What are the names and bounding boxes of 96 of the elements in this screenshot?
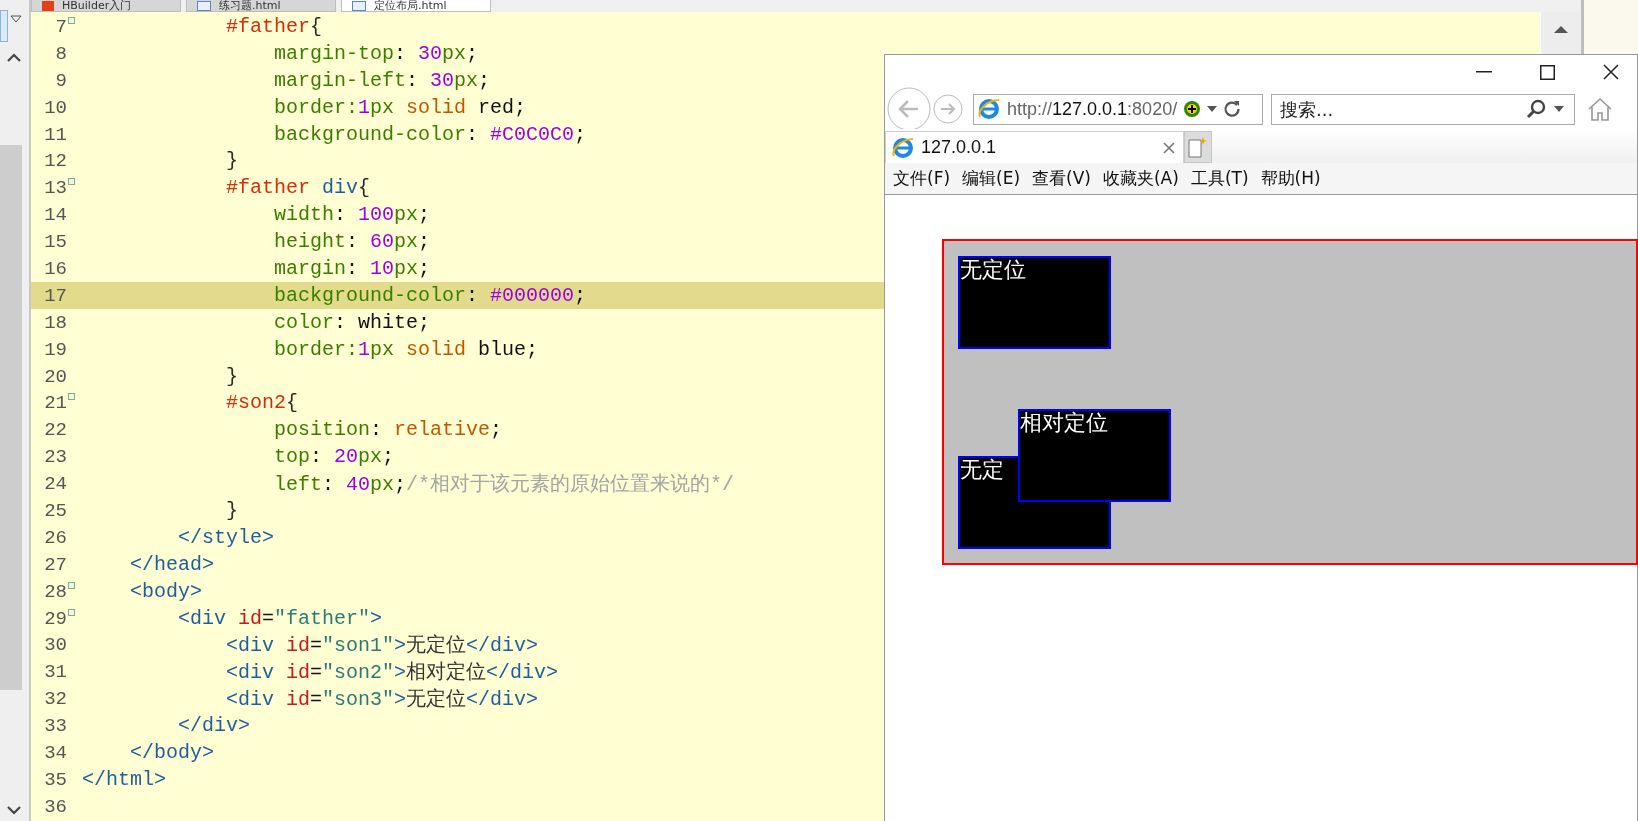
line-number: 36 [44,795,67,818]
maximize-icon[interactable] [1540,64,1555,80]
code-line: color: white; [274,310,431,334]
code-line: #father div{ [226,176,371,200]
menu-item[interactable]: 工具(T) [1186,165,1253,192]
line-number: 20 [44,365,67,388]
scrollbar-thumb[interactable] [0,145,22,690]
line-number: 12 [44,150,67,173]
close-icon[interactable] [1603,64,1619,80]
text-block: 相对定位 [1018,409,1171,502]
editor-tab[interactable]: 定位布局.html [341,0,491,12]
line-number: 25 [44,499,67,522]
code-line: margin-top: 30px; [274,41,479,65]
dropdown-icon[interactable] [10,15,22,23]
file-icon [352,0,366,11]
browser-tab[interactable]: 127.0.0.1 [885,131,1184,163]
search-icon[interactable] [1526,99,1546,119]
line-number: 23 [44,446,67,469]
code-line: <div id="son3">无定位</div> [226,687,539,713]
scroll-up-icon[interactable] [7,53,21,62]
line-number: 19 [44,338,67,361]
code-line: position: relative; [274,418,503,442]
code-line: </body> [130,741,214,764]
code-line: margin-left: 30px; [274,68,491,92]
menu-item[interactable]: 编辑(E) [958,165,1025,192]
code-line: } [226,364,238,388]
line-number: 29 [44,607,67,630]
code-line: </div> [178,714,250,738]
code-line: } [226,149,238,173]
line-number: 32 [44,688,67,711]
menu-item[interactable]: 帮助(H) [1256,165,1325,192]
code-line: height: 60px; [274,230,431,254]
code-line: <div id="father"> [178,606,383,630]
line-number: 13 [44,177,67,200]
line-number: 26 [44,526,67,549]
search-field[interactable]: 搜索... [1278,97,1518,121]
code-line: background-color: #C0C0C0; [274,122,587,146]
line-number: 18 [44,311,67,334]
code-line: #son2{ [226,391,299,415]
menu-item[interactable]: 收藏夹(A) [1098,165,1183,192]
editor-tab[interactable]: HBuilder入门 [31,0,181,12]
scroll-up-icon[interactable] [1553,24,1569,34]
line-number: 33 [44,715,67,738]
code-line: margin: 10px; [274,256,431,280]
code-line: border:1px solid blue; [274,337,539,361]
refresh-icon[interactable] [1223,100,1242,118]
code-line: top: 20px; [274,445,395,469]
search-box[interactable]: 搜索... [1271,93,1575,125]
code-line: border:1px solid red; [274,95,527,119]
line-number: 21 [44,392,67,415]
code-line: width: 100px; [274,203,431,227]
app-icon [42,0,54,11]
code-line: </head> [130,552,214,576]
line-number: 27 [44,553,67,576]
line-number: 10 [44,96,67,119]
code-line: </html> [82,767,166,791]
line-number: 22 [44,419,67,442]
address-field[interactable]: http://127.0.0.1:8020/ [973,93,1263,125]
menu-item[interactable]: 文件(F) [889,165,955,192]
line-number: 8 [55,42,67,65]
code-line: <div id="son2">相对定位</div> [226,660,559,686]
minimize-icon[interactable] [1476,71,1492,73]
editor-tab[interactable]: 练习题.html [186,0,336,12]
code-line: left: 40px;/*相对于该元素的原始位置来说的*/ [274,472,735,498]
line-number: 9 [55,69,67,92]
code-line: <body> [130,579,202,603]
code-line: background-color: #000000; [274,283,587,307]
line-number: 7 [55,15,67,38]
code-line: } [226,498,238,522]
line-number: 17 [44,284,67,307]
dropdown-icon[interactable] [1207,106,1218,112]
line-number: 11 [44,123,67,146]
line-number: 16 [44,257,67,280]
line-number: 30 [44,634,67,657]
line-number: 34 [44,742,67,764]
line-number: 14 [44,204,67,227]
url-text: http://127.0.0.1:8020/ [1007,98,1178,120]
line-number: 24 [44,473,67,496]
line-number: 15 [44,231,67,254]
menu-item[interactable]: 查看(V) [1028,165,1095,192]
code-line: #father{ [226,14,323,38]
text-block: 无定位 [958,256,1111,349]
line-number: 35 [44,768,67,791]
code-line: <div id="son1">无定位</div> [226,633,539,659]
scroll-down-icon[interactable] [7,806,21,815]
dropdown-icon[interactable] [1554,106,1564,112]
file-icon [197,0,211,11]
code-line: </style> [178,525,274,549]
line-number: 28 [44,580,67,603]
browser-logo-icon [891,135,915,160]
compat-icon[interactable] [1183,100,1202,118]
new-page-icon [1188,136,1208,158]
home-icon[interactable] [1587,97,1613,121]
browser-logo-icon [977,97,1001,121]
panel-field[interactable] [0,10,8,42]
line-number: 31 [44,661,67,684]
